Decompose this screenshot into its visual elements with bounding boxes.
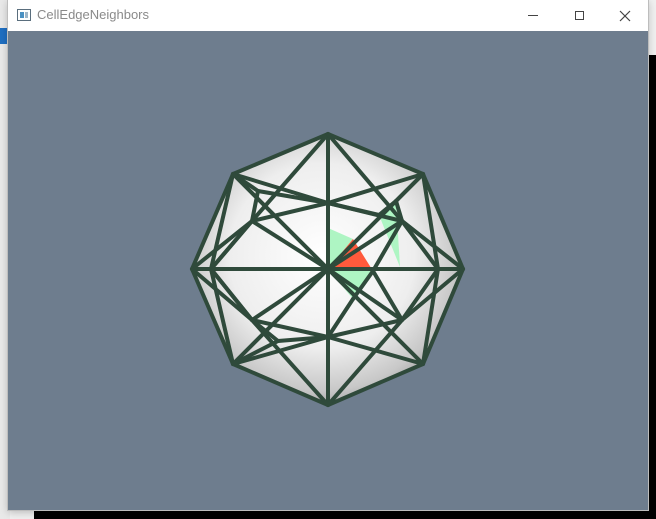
render-viewport[interactable] [8,31,648,510]
title-bar[interactable]: CellEdgeNeighbors [8,0,648,31]
window-title: CellEdgeNeighbors [37,7,150,22]
background-dark-bottom [34,510,656,519]
minimize-icon [528,15,538,16]
sphere-mesh-render [190,132,465,407]
minimize-button[interactable] [510,0,556,31]
maximize-icon [574,11,584,20]
app-window-icon[interactable] [17,9,31,21]
mesh-edges [190,132,465,407]
app-window: CellEdgeNeighbors [8,0,648,510]
maximize-button[interactable] [556,0,602,31]
close-icon [619,10,631,21]
close-button[interactable] [602,0,648,31]
background-dark-right [648,55,656,519]
